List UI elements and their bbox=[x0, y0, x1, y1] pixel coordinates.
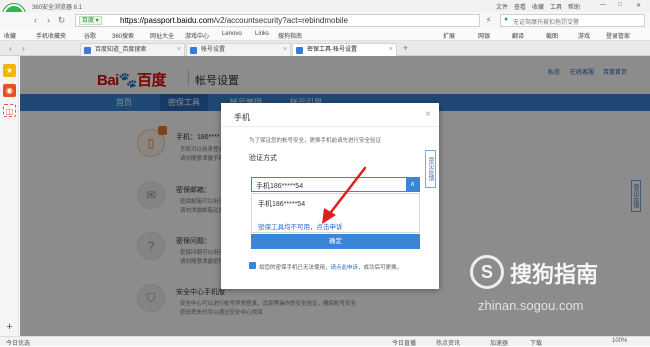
refresh-icon[interactable]: ↻ bbox=[56, 15, 67, 26]
toolbar-item[interactable]: 登录管家 bbox=[606, 31, 630, 40]
tab-close-icon[interactable]: × bbox=[177, 44, 181, 56]
toolbar-item[interactable]: 游戏 bbox=[578, 31, 590, 40]
menu-file[interactable]: 文件 bbox=[496, 2, 508, 11]
watermark-url: zhinan.sogou.com bbox=[478, 298, 584, 313]
tab-favicon bbox=[190, 47, 197, 54]
bookmark-item[interactable]: 游戏中心 bbox=[185, 31, 209, 40]
bookmarks-bar: 收藏 手机收藏夹 谷歌 360搜索 网址大全 游戏中心 Lenovo Links… bbox=[0, 29, 650, 41]
add-icon[interactable]: + bbox=[3, 321, 16, 334]
tab-close-icon[interactable]: × bbox=[389, 44, 393, 56]
address-text[interactable]: https://passport.baidu.com/v2/accountsec… bbox=[120, 16, 348, 25]
sogou-logo-icon: S bbox=[470, 255, 504, 289]
tab-favicon bbox=[296, 47, 303, 54]
browser-sidebar: ★ ◉ ◫ + bbox=[0, 56, 19, 336]
select-value: 手机186*****54 bbox=[256, 183, 304, 190]
bookmark-item[interactable]: Lenovo bbox=[222, 31, 242, 37]
close-window-button[interactable]: ✕ bbox=[636, 2, 641, 9]
menu-view[interactable]: 查看 bbox=[514, 2, 526, 11]
watermark-text: 搜狗指南 bbox=[510, 262, 599, 287]
appeal-link[interactable]: 请点此申诉 bbox=[331, 265, 359, 271]
bookmark-item[interactable]: 收藏 bbox=[4, 31, 16, 40]
modal-title: 手机 bbox=[234, 113, 250, 122]
search-placeholder: 无证驾摩托被扣拖罚交警 bbox=[513, 20, 580, 26]
new-tab-icon[interactable]: + bbox=[400, 43, 411, 54]
verify-method-label: 验证方式 bbox=[249, 155, 277, 162]
navigation-bar: ‹ › ↻ 百度 ▾ https://passport.baidu.com/v2… bbox=[0, 12, 650, 29]
chevron-up-icon[interactable]: ∧ bbox=[406, 178, 419, 191]
bookmark-item[interactable]: 360搜索 bbox=[112, 31, 134, 40]
modal-footer: 如您的密保手机已无法使用，请点此申诉，成功后可更换。 bbox=[259, 265, 403, 271]
search-engine-badge[interactable]: 百度 ▾ bbox=[79, 16, 102, 25]
search-box[interactable]: ● 无证驾摩托被扣拖罚交警 bbox=[500, 14, 645, 27]
toolbar-item[interactable]: 网银 bbox=[478, 31, 490, 40]
bookmark-item[interactable]: 网址大全 bbox=[150, 31, 174, 40]
address-bar[interactable]: 百度 ▾ https://passport.baidu.com/v2/accou… bbox=[75, 14, 480, 27]
tab-baidu-zhidao[interactable]: 百度知道_百度搜索 × bbox=[80, 43, 185, 56]
tab-label: 密保工具-帐号设置 bbox=[307, 47, 357, 53]
toolbar-item[interactable]: 扩展 bbox=[443, 31, 455, 40]
tab-label: 百度知道_百度搜索 bbox=[95, 47, 147, 53]
menu-favorites[interactable]: 收藏 bbox=[532, 2, 544, 11]
red-arrow-annotation bbox=[322, 166, 367, 224]
menu-help[interactable]: 帮助 bbox=[568, 2, 580, 11]
back-icon[interactable]: ‹ bbox=[30, 15, 41, 26]
status-bar: 今日优选 今日直播 热点资讯 加速器 下载 100% bbox=[0, 336, 650, 347]
url-path: /v2/accountsecurity?act=rebindmobile bbox=[213, 16, 348, 25]
app-icon[interactable]: ◫ bbox=[3, 104, 16, 117]
menu-tools[interactable]: 工具 bbox=[550, 2, 562, 11]
maximize-button[interactable]: □ bbox=[618, 2, 622, 8]
bookmark-item[interactable]: 手机收藏夹 bbox=[36, 31, 66, 40]
forward-icon[interactable]: › bbox=[43, 15, 54, 26]
tab-security-tools[interactable]: 密保工具-帐号设置 × bbox=[292, 43, 397, 56]
modal-divider bbox=[221, 126, 439, 127]
title-bar: 360安全浏览器 8.1 文件 查看 收藏 工具 帮助 — □ ✕ bbox=[0, 0, 650, 12]
search-engine-icon: ● bbox=[504, 16, 509, 23]
tab-close-icon[interactable]: × bbox=[283, 44, 287, 56]
bookmark-item[interactable]: 谷歌 bbox=[84, 31, 96, 40]
modal-feedback-tab[interactable]: 意见反馈 bbox=[425, 150, 436, 188]
window-title: 360安全浏览器 8.1 bbox=[32, 5, 83, 11]
tab-account-settings[interactable]: 帐号设置 × bbox=[186, 43, 291, 56]
toolbar-item[interactable]: 截图 bbox=[546, 31, 558, 40]
tab-label: 帐号设置 bbox=[201, 47, 226, 53]
tab-favicon bbox=[84, 47, 91, 54]
url-host: https://passport.baidu.com bbox=[120, 16, 214, 25]
security-icon[interactable]: ⚡ bbox=[483, 15, 494, 26]
status-zoom[interactable]: 100% bbox=[612, 338, 627, 344]
minimize-button[interactable]: — bbox=[600, 2, 606, 8]
close-icon[interactable]: × bbox=[425, 109, 431, 120]
bookmark-item[interactable]: Links bbox=[255, 31, 269, 37]
weibo-icon[interactable]: ◉ bbox=[3, 84, 16, 97]
dropdown-option-phone[interactable]: 手机186*****54 bbox=[258, 199, 305, 209]
bookmark-item[interactable]: 搜狗指南 bbox=[278, 31, 302, 40]
tab-bar: ‹ › 百度知道_百度搜索 × 帐号设置 × 密保工具-帐号设置 × + bbox=[0, 41, 650, 56]
tab-back-icon[interactable]: ‹ bbox=[5, 43, 16, 54]
info-icon bbox=[249, 262, 256, 269]
modal-note: 为了保证您的帐号安全，更换手机前请先进行安全验证 bbox=[249, 138, 382, 144]
toolbar-item[interactable]: 翻译 bbox=[512, 31, 524, 40]
tab-forward-icon[interactable]: › bbox=[18, 43, 29, 54]
star-icon[interactable]: ★ bbox=[3, 64, 16, 77]
